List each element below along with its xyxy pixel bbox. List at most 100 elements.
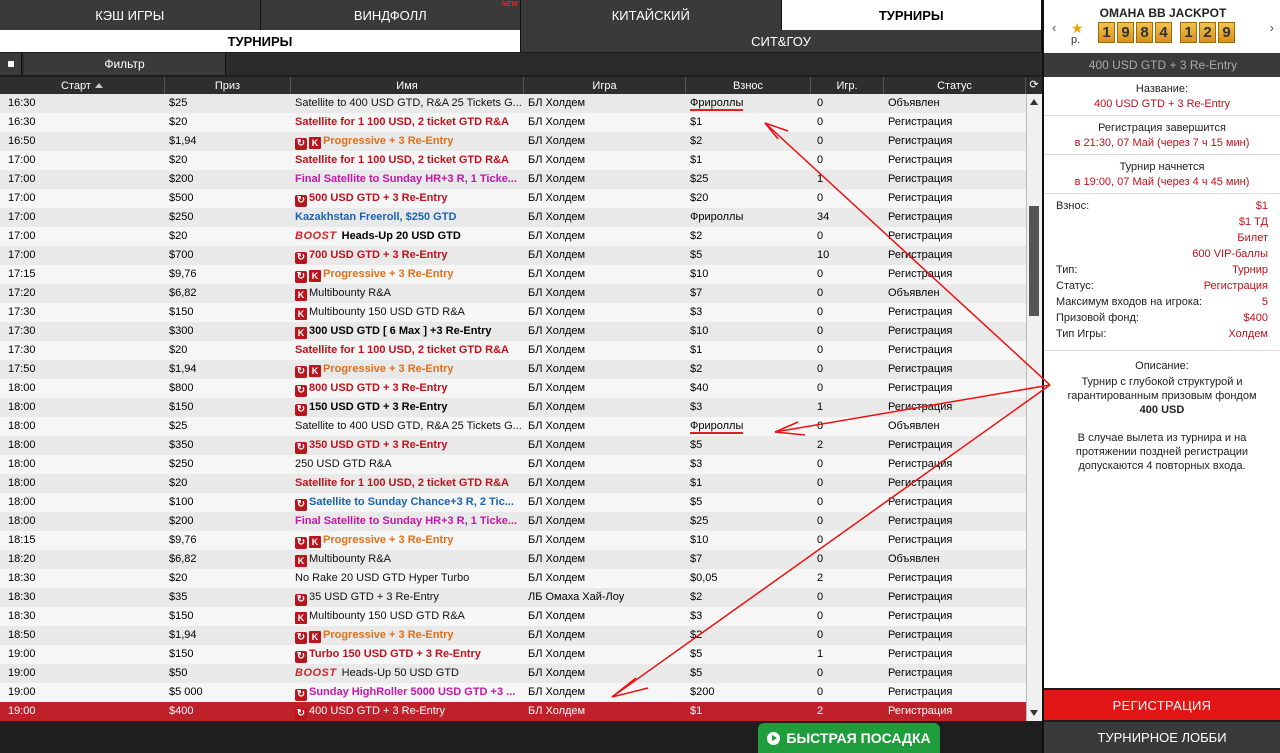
tournament-name: 500 USD GTD + 3 Re-Entry <box>309 192 448 204</box>
table-row[interactable]: 18:00 $250 250 USD GTD R&A БЛ Холдем $3 0 Реги… <box>0 455 1026 474</box>
table-row[interactable]: 17:00 $20 BOOST Heads-Up 20 USD GTD БЛ Холде… <box>0 227 1026 246</box>
col-start[interactable]: Старт <box>0 77 165 94</box>
col-fee[interactable]: Взнос <box>686 77 811 94</box>
table-row[interactable]: 17:00 $200 Final Satellite to Sunday HR+3 … <box>0 170 1026 189</box>
table-row[interactable]: 19:00 $150 ↻ Turbo 150 USD GTD + 3 Re-Entry… <box>0 645 1026 664</box>
table-row[interactable]: 19:00 $50 BOOST Heads-Up 50 USD GTD БЛ Холде… <box>0 664 1026 683</box>
tournament-name: Turbo 150 USD GTD + 3 Re-Entry <box>309 648 481 660</box>
cell-status: Регистрация <box>888 610 953 622</box>
cell-fee: $200 <box>690 686 715 698</box>
description-label: Описание: <box>1135 360 1189 372</box>
cell-status: Объявлен <box>888 553 940 565</box>
cell-players: 0 <box>817 287 824 299</box>
cell-fee: $2 <box>690 135 703 147</box>
subtab-sit-and-go[interactable]: СИТ&ГОУ <box>521 30 1042 52</box>
cell-prize: $20 <box>169 344 188 356</box>
scroll-down-icon[interactable] <box>1030 710 1038 716</box>
table-row[interactable]: 16:50 $1,94 ↻ K Progressive + 3 Re-Entry БЛ Х… <box>0 132 1026 151</box>
table-row[interactable]: 16:30 $20 Satellite for 1 100 USD, 2 ticke… <box>0 113 1026 132</box>
cell-game: БЛ Холдем <box>528 97 586 109</box>
table-row[interactable]: 16:30 $25 Satellite to 400 USD GTD, R&A 25… <box>0 94 1026 113</box>
tournament-detail-panel: ОМАНА ВВ JACKPOT ‹ ★ р. 1 9 8 4 1 2 9 › … <box>1042 0 1280 753</box>
table-row[interactable]: 18:00 $25 Satellite to 400 USD GTD, R&A 25… <box>0 417 1026 436</box>
table-row[interactable]: 18:30 $20 No Rake 20 USD GTD Hyper Turbo БЛ… <box>0 569 1026 588</box>
table-row[interactable]: 18:00 $100 ↻ Satellite to Sunday Chance+3 R… <box>0 493 1026 512</box>
table-row[interactable]: 18:30 $35 ↻ 35 USD GTD + 3 Re-Entry ЛБ Омаха… <box>0 588 1026 607</box>
table-row[interactable]: 17:50 $1,94 ↻ K Progressive + 3 Re-Entry БЛ Х… <box>0 360 1026 379</box>
table-scrollbar[interactable] <box>1026 94 1042 721</box>
reentry-icon: ↻ <box>295 708 307 720</box>
tournament-name: Heads-Up 50 USD GTD <box>341 667 459 679</box>
table-row[interactable]: 17:30 $300 K 300 USD GTD [ 6 Max ] +3 Re-En… <box>0 322 1026 341</box>
cell-players: 0 <box>817 667 824 679</box>
table-row[interactable]: 19:00 $400 ↻ 400 USD GTD + 3 Re-Entry БЛ Хол… <box>0 702 1026 721</box>
sort-asc-icon <box>94 83 103 88</box>
cell-status: Регистрация <box>888 439 953 451</box>
scroll-up-icon[interactable] <box>1030 99 1038 105</box>
cell-status: Регистрация <box>888 268 953 280</box>
cell-players: 1 <box>817 173 824 185</box>
refresh-icon[interactable]: ⟳ <box>1027 78 1041 92</box>
cell-prize: $35 <box>169 591 188 603</box>
col-name[interactable]: Имя <box>291 77 524 94</box>
cell-players: 34 <box>817 211 830 223</box>
cell-status: Регистрация <box>888 477 953 489</box>
cell-fee: $10 <box>690 534 709 546</box>
cell-name: Final Satellite to Sunday HR+3 R, 1 Tick… <box>295 512 521 531</box>
jackpot-currency: р. <box>1071 34 1081 46</box>
tournament-name: 350 USD GTD + 3 Re-Entry <box>309 439 448 451</box>
scroll-thumb[interactable] <box>1029 206 1039 316</box>
table-row[interactable]: 18:00 $350 ↻ 350 USD GTD + 3 Re-Entry БЛ Хол… <box>0 436 1026 455</box>
selected-tournament-title: 400 USD GTD + 3 Re-Entry <box>1044 53 1280 77</box>
tab-chinese[interactable]: КИТАЙСКИЙ <box>521 0 782 30</box>
table-row[interactable]: 17:00 $20 Satellite for 1 100 USD, 2 ticke… <box>0 151 1026 170</box>
table-row[interactable]: 18:00 $20 Satellite for 1 100 USD, 2 ticke… <box>0 474 1026 493</box>
table-row[interactable]: 17:00 $700 ↻ 700 USD GTD + 3 Re-Entry БЛ Хол… <box>0 246 1026 265</box>
next-arrow-icon[interactable]: › <box>1270 20 1274 35</box>
table-row[interactable]: 18:00 $150 ↻ 150 USD GTD + 3 Re-Entry БЛ Хол… <box>0 398 1026 417</box>
tab-tournaments[interactable]: ТУРНИРЫ <box>781 0 1042 30</box>
cell-fee: $3 <box>690 610 703 622</box>
table-row[interactable]: 17:00 $500 ↻ 500 USD GTD + 3 Re-Entry БЛ Хол… <box>0 189 1026 208</box>
col-players[interactable]: Игр. <box>811 77 884 94</box>
table-row[interactable]: 18:20 $6,82 K Multibounty R&A БЛ Холдем $7 0 Об… <box>0 550 1026 569</box>
prev-arrow-icon[interactable]: ‹ <box>1052 20 1056 35</box>
cell-game: БЛ Холдем <box>528 705 586 717</box>
tab-windfall[interactable]: ВИНДФОЛЛ NEW <box>260 0 521 30</box>
cell-players: 0 <box>817 629 824 641</box>
cell-game: БЛ Холдем <box>528 686 586 698</box>
table-row[interactable]: 18:15 $9,76 ↻ K Progressive + 3 Re-Entry БЛ Х… <box>0 531 1026 550</box>
cell-prize: $6,82 <box>169 287 197 299</box>
filter-button[interactable]: Фильтр <box>24 53 226 75</box>
cell-name: No Rake 20 USD GTD Hyper Turbo <box>295 569 521 588</box>
tournament-lobby-button[interactable]: ТУРНИРНОЕ ЛОББИ <box>1044 722 1280 753</box>
tournament-name: Progressive + 3 Re-Entry <box>323 363 454 375</box>
param-value: 5 <box>1261 296 1268 308</box>
tab-cash-games[interactable]: КЭШ ИГРЫ <box>0 0 261 30</box>
quick-seat-button[interactable]: БЫСТРАЯ ПОСАДКА <box>758 723 940 753</box>
tournament-list-panel: КЭШ ИГРЫ ВИНДФОЛЛ NEW КИТАЙСКИЙ ТУРНИРЫ Т… <box>0 0 1042 753</box>
table-row[interactable]: 19:00 $5 000 ↻ Sunday HighRoller 5000 USD G… <box>0 683 1026 702</box>
subtab-tournaments[interactable]: ТУРНИРЫ <box>0 30 521 52</box>
cell-name: Satellite to 400 USD GTD, R&A 25 Tickets… <box>295 417 521 436</box>
cell-game: БЛ Холдем <box>528 515 586 527</box>
filter-toggle[interactable] <box>0 53 22 75</box>
table-row[interactable]: 17:30 $20 Satellite for 1 100 USD, 2 ticke… <box>0 341 1026 360</box>
table-row[interactable]: 17:30 $150 K Multibounty 150 USD GTD R&A БЛ … <box>0 303 1026 322</box>
new-badge: NEW <box>501 1 518 8</box>
table-row[interactable]: 17:20 $6,82 K Multibounty R&A БЛ Холдем $7 0 Об… <box>0 284 1026 303</box>
cell-game: БЛ Холдем <box>528 458 586 470</box>
col-prize[interactable]: Приз <box>165 77 291 94</box>
table-row[interactable]: 17:00 $250 Kazakhstan Freeroll, $250 GTD БЛ… <box>0 208 1026 227</box>
cell-fee: $20 <box>690 192 709 204</box>
table-row[interactable]: 18:00 $200 Final Satellite to Sunday HR+3 … <box>0 512 1026 531</box>
table-row[interactable]: 18:30 $150 K Multibounty 150 USD GTD R&A БЛ … <box>0 607 1026 626</box>
col-game[interactable]: Игра <box>524 77 686 94</box>
col-status[interactable]: Статус <box>884 77 1026 94</box>
register-button[interactable]: РЕГИСТРАЦИЯ <box>1044 690 1280 720</box>
table-row[interactable]: 17:15 $9,76 ↻ K Progressive + 3 Re-Entry БЛ Х… <box>0 265 1026 284</box>
tournament-name: Satellite to Sunday Chance+3 R, 2 Tic... <box>309 496 514 508</box>
cell-status: Регистрация <box>888 211 953 223</box>
table-row[interactable]: 18:00 $800 ↻ 800 USD GTD + 3 Re-Entry БЛ Хол… <box>0 379 1026 398</box>
table-row[interactable]: 18:50 $1,94 ↻ K Progressive + 3 Re-Entry БЛ Х… <box>0 626 1026 645</box>
